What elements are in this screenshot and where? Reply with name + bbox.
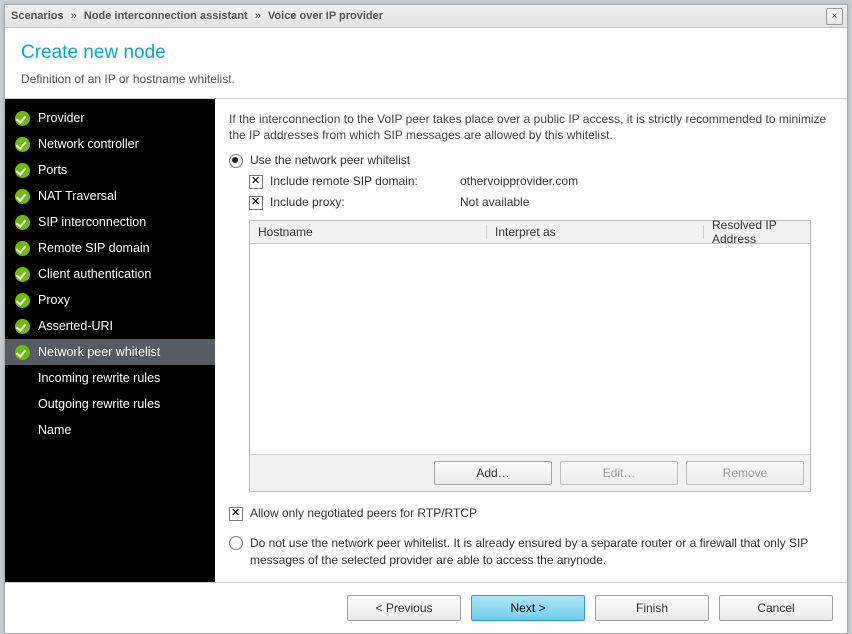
remove-button[interactable]: Remove	[686, 461, 804, 485]
check-icon	[15, 189, 30, 204]
include-sip-domain-label: Include remote SIP domain:	[270, 174, 460, 189]
sidebar-item[interactable]: Name	[5, 417, 215, 443]
body: Provider Network controller Ports NAT Trave…	[5, 98, 847, 583]
sidebar-item[interactable]: Provider	[5, 105, 215, 131]
include-proxy-value: Not available	[460, 195, 529, 210]
sidebar-item-label: Network peer whitelist	[38, 345, 160, 359]
sidebar-item[interactable]: Network controller	[5, 131, 215, 157]
sidebar-item[interactable]: Asserted-URI	[5, 313, 215, 339]
intro-text: If the interconnection to the VoIP peer …	[229, 111, 833, 143]
footer: < Previous Next > Finish Cancel	[5, 583, 847, 633]
sidebar-item[interactable]: Client authentication	[5, 261, 215, 287]
table-body[interactable]	[250, 244, 810, 454]
finish-button[interactable]: Finish	[595, 595, 709, 621]
check-icon	[15, 111, 30, 126]
check-icon	[15, 345, 30, 360]
sidebar-item-label: Name	[38, 423, 71, 437]
rtp-rtcp-label: Allow only negotiated peers for RTP/RTCP	[250, 506, 477, 520]
sidebar: Provider Network controller Ports NAT Trave…	[5, 99, 215, 582]
sidebar-item-label: Incoming rewrite rules	[38, 371, 160, 385]
bullet-icon	[15, 371, 30, 386]
content: If the interconnection to the VoIP peer …	[215, 99, 847, 582]
opt-use-whitelist[interactable]: Use the network peer whitelist	[229, 153, 833, 168]
header: Create new node Definition of an IP or h…	[5, 28, 847, 98]
whitelist-table: Hostname Interpret as Resolved IP Addres…	[249, 220, 811, 492]
close-icon[interactable]: ×	[826, 8, 843, 25]
check-icon	[15, 267, 30, 282]
include-sip-domain-value: othervoipprovider.com	[460, 174, 578, 189]
check-icon	[15, 241, 30, 256]
col-hostname[interactable]: Hostname	[250, 225, 487, 239]
check-icon	[15, 319, 30, 334]
sidebar-item[interactable]: SIP interconnection	[5, 209, 215, 235]
sidebar-item[interactable]: Proxy	[5, 287, 215, 313]
include-proxy-label: Include proxy:	[270, 195, 460, 210]
titlebar: Scenarios » Node interconnection assista…	[5, 5, 847, 28]
sidebar-item[interactable]: Network peer whitelist	[5, 339, 215, 365]
check-icon	[15, 163, 30, 178]
sidebar-item-label: Proxy	[38, 293, 70, 307]
sidebar-item[interactable]: Remote SIP domain	[5, 235, 215, 261]
cancel-button[interactable]: Cancel	[719, 595, 833, 621]
sidebar-item-label: Client authentication	[38, 267, 151, 281]
wizard-window: Scenarios » Node interconnection assista…	[4, 4, 848, 634]
check-icon	[15, 215, 30, 230]
include-proxy-row[interactable]: Include proxy: Not available	[249, 195, 833, 210]
next-button[interactable]: Next >	[471, 595, 585, 621]
edit-button[interactable]: Edit…	[560, 461, 678, 485]
sidebar-item-label: NAT Traversal	[38, 189, 117, 203]
bullet-icon	[15, 397, 30, 412]
table-toolbar: Add… Edit… Remove	[250, 454, 810, 491]
col-resolved-ip[interactable]: Resolved IP Address	[704, 218, 810, 246]
radio-icon	[229, 154, 243, 168]
check-icon	[15, 293, 30, 308]
table-header: Hostname Interpret as Resolved IP Addres…	[250, 221, 810, 244]
include-sip-domain-row[interactable]: Include remote SIP domain: othervoipprov…	[249, 174, 833, 189]
radio-icon	[229, 536, 243, 550]
crumb-3: Voice over IP provider	[268, 10, 383, 22]
crumb-sep: »	[251, 10, 265, 22]
sidebar-item-label: Provider	[38, 111, 85, 125]
col-interpret-as[interactable]: Interpret as	[487, 225, 704, 239]
sidebar-item-label: Network controller	[38, 137, 139, 151]
sidebar-item-label: Ports	[38, 163, 67, 177]
rtp-rtcp-check[interactable]: Allow only negotiated peers for RTP/RTCP	[229, 506, 833, 521]
opt-use-whitelist-label: Use the network peer whitelist	[250, 153, 410, 167]
sidebar-item-label: Remote SIP domain	[38, 241, 150, 255]
opt-no-whitelist-label: Do not use the network peer whitelist. I…	[250, 535, 833, 567]
sidebar-item-label: Asserted-URI	[38, 319, 113, 333]
sidebar-item-label: SIP interconnection	[38, 215, 146, 229]
sidebar-item[interactable]: Outgoing rewrite rules	[5, 391, 215, 417]
sidebar-item[interactable]: NAT Traversal	[5, 183, 215, 209]
breadcrumb: Scenarios » Node interconnection assista…	[11, 10, 383, 22]
checkbox-icon	[249, 175, 263, 189]
checkbox-icon	[229, 507, 243, 521]
page-subtitle: Definition of an IP or hostname whitelis…	[21, 72, 831, 86]
page-title: Create new node	[21, 42, 831, 64]
crumb-1: Scenarios	[11, 10, 64, 22]
opt-no-whitelist[interactable]: Do not use the network peer whitelist. I…	[229, 535, 833, 567]
previous-button[interactable]: < Previous	[347, 595, 461, 621]
sidebar-item[interactable]: Ports	[5, 157, 215, 183]
checkbox-icon	[249, 196, 263, 210]
sidebar-item-label: Outgoing rewrite rules	[38, 397, 160, 411]
bullet-icon	[15, 423, 30, 438]
check-icon	[15, 137, 30, 152]
crumb-2: Node interconnection assistant	[84, 10, 248, 22]
sidebar-item[interactable]: Incoming rewrite rules	[5, 365, 215, 391]
crumb-sep: »	[67, 10, 81, 22]
add-button[interactable]: Add…	[434, 461, 552, 485]
